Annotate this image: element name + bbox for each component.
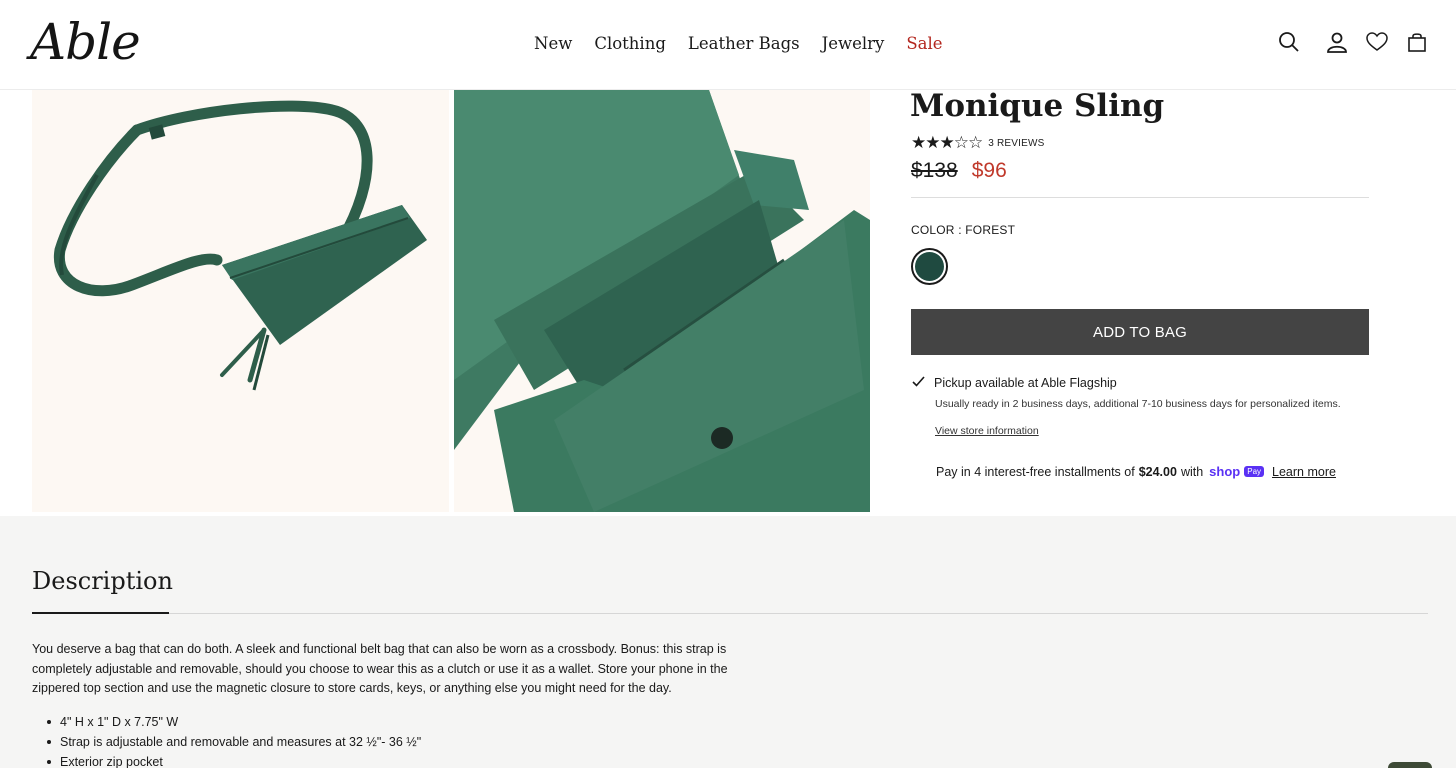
pickup-prefix: Pickup available at: [934, 376, 1042, 390]
sale-price: $96: [971, 159, 1007, 182]
product-image-interior[interactable]: [454, 90, 870, 512]
tab-divider: [32, 613, 1428, 614]
view-store-info-link[interactable]: View store information: [935, 425, 1039, 437]
original-price: $138: [911, 159, 958, 182]
product-rating[interactable]: ★★★☆☆ 3 REVIEWS: [911, 134, 1044, 152]
product-title: Monique Sling: [910, 88, 1165, 124]
brand-logo[interactable]: Able: [30, 12, 141, 72]
swatch-color: [915, 252, 944, 281]
active-tab-underline: [32, 612, 169, 614]
product-image-main[interactable]: [32, 90, 449, 512]
description-text: You deserve a bag that can do both. A sl…: [32, 642, 728, 695]
main-nav: New Clothing Leather Bags Jewelry Sale: [534, 32, 943, 56]
search-icon[interactable]: [1276, 28, 1302, 56]
installments-amount: $24.00: [1138, 464, 1177, 479]
divider: [911, 197, 1369, 198]
shopping-bag-icon[interactable]: [1404, 28, 1430, 56]
site-header: Able New Clothing Leather Bags Jewelry S…: [0, 0, 1456, 90]
add-to-bag-button[interactable]: ADD TO BAG: [911, 309, 1369, 355]
checkmark-icon: [912, 376, 925, 390]
description-section: Description You deserve a bag that can d…: [0, 516, 1456, 768]
price-block: $138 $96: [911, 158, 1007, 184]
nav-item-jewelry[interactable]: Jewelry: [822, 32, 885, 56]
pickup-note: Usually ready in 2 business days, additi…: [935, 398, 1341, 410]
nav-item-clothing[interactable]: Clothing: [594, 32, 666, 56]
tab-description[interactable]: Description: [32, 564, 173, 598]
list-item: Exterior zip pocket: [46, 752, 421, 768]
shop-pay-logo: shop: [1209, 464, 1241, 479]
list-item: 4" H x 1" D x 7.75" W: [46, 712, 421, 732]
pay-badge: Pay: [1244, 466, 1265, 477]
chat-widget-button[interactable]: [1388, 762, 1432, 768]
nav-item-new[interactable]: New: [534, 32, 572, 56]
learn-more-link[interactable]: Learn more: [1272, 465, 1336, 479]
pickup-text: Pickup available at Able Flagship: [934, 376, 1117, 390]
shop-pay-installments: Pay in 4 interest-free installments of $…: [936, 464, 1336, 479]
description-bullets: 4" H x 1" D x 7.75" W Strap is adjustabl…: [46, 712, 421, 768]
header-icons: [1276, 28, 1430, 56]
color-swatch-forest[interactable]: [911, 248, 948, 285]
account-icon[interactable]: [1324, 28, 1350, 56]
wishlist-heart-icon[interactable]: [1364, 28, 1390, 56]
list-item: Strap is adjustable and removable and me…: [46, 732, 421, 752]
nav-item-sale[interactable]: Sale: [906, 32, 942, 56]
reviews-count[interactable]: 3 REVIEWS: [988, 138, 1044, 149]
pickup-location: Able Flagship: [1041, 376, 1117, 390]
installments-prefix: Pay in 4 interest-free installments of: [936, 464, 1135, 479]
installments-with: with: [1180, 464, 1204, 479]
nav-item-leather-bags[interactable]: Leather Bags: [688, 32, 800, 56]
color-label: COLOR : FOREST: [911, 223, 1016, 237]
rating-stars: ★★★☆☆: [911, 133, 983, 152]
pickup-info: Pickup available at Able Flagship: [912, 376, 1117, 390]
